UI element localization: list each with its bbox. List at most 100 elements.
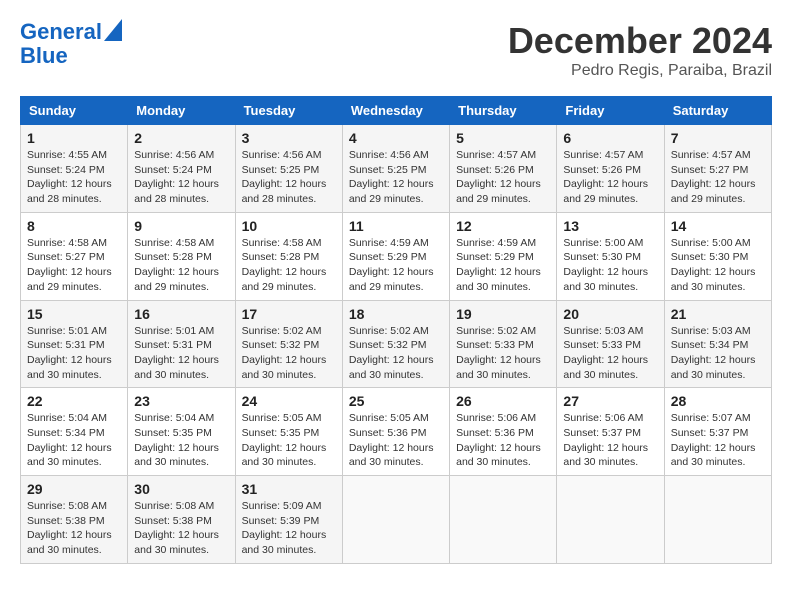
day-number: 11 (349, 218, 443, 234)
header-monday: Monday (128, 97, 235, 125)
calendar-week-5: 29Sunrise: 5:08 AMSunset: 5:38 PMDayligh… (21, 476, 772, 564)
calendar-cell: 28Sunrise: 5:07 AMSunset: 5:37 PMDayligh… (664, 388, 771, 476)
header-saturday: Saturday (664, 97, 771, 125)
calendar-header-row: SundayMondayTuesdayWednesdayThursdayFrid… (21, 97, 772, 125)
day-detail: Sunrise: 4:58 AMSunset: 5:28 PMDaylight:… (242, 236, 336, 295)
day-number: 7 (671, 130, 765, 146)
calendar-cell: 25 Sunrise: 5:05 AMSunset: 5:36 PMDayligh… (342, 388, 449, 476)
calendar-cell: 21Sunrise: 5:03 AMSunset: 5:34 PMDayligh… (664, 300, 771, 388)
calendar-cell: 11 Sunrise: 4:59 AMSunset: 5:29 PMDayligh… (342, 212, 449, 300)
calendar-cell: 15 Sunrise: 5:01 AMSunset: 5:31 PMDayligh… (21, 300, 128, 388)
day-detail: Sunrise: 5:01 AMSunset: 5:31 PMDaylight:… (134, 324, 228, 383)
calendar-subtitle: Pedro Regis, Paraiba, Brazil (508, 62, 772, 80)
day-detail: Sunrise: 4:56 AMSunset: 5:24 PMDaylight:… (134, 148, 228, 207)
calendar-cell: 2 Sunrise: 4:56 AMSunset: 5:24 PMDaylight… (128, 125, 235, 213)
day-number: 17 (242, 306, 336, 322)
calendar-cell: 3 Sunrise: 4:56 AMSunset: 5:25 PMDaylight… (235, 125, 342, 213)
day-number: 1 (27, 130, 121, 146)
calendar-cell (450, 476, 557, 564)
day-detail: Sunrise: 5:01 AMSunset: 5:31 PMDaylight:… (27, 324, 121, 383)
header-friday: Friday (557, 97, 664, 125)
calendar-cell: 24 Sunrise: 5:05 AMSunset: 5:35 PMDayligh… (235, 388, 342, 476)
day-number: 26 (456, 393, 550, 409)
day-number: 31 (242, 481, 336, 497)
day-number: 10 (242, 218, 336, 234)
calendar-cell: 30Sunrise: 5:08 AMSunset: 5:38 PMDayligh… (128, 476, 235, 564)
day-number: 2 (134, 130, 228, 146)
day-detail: Sunrise: 4:59 AMSunset: 5:29 PMDaylight:… (349, 236, 443, 295)
day-number: 25 (349, 393, 443, 409)
day-detail: Sunrise: 4:58 AMSunset: 5:28 PMDaylight:… (134, 236, 228, 295)
day-detail: Sunrise: 5:02 AMSunset: 5:32 PMDaylight:… (242, 324, 336, 383)
calendar-week-3: 15 Sunrise: 5:01 AMSunset: 5:31 PMDayligh… (21, 300, 772, 388)
calendar-cell: 19 Sunrise: 5:02 AMSunset: 5:33 PMDayligh… (450, 300, 557, 388)
day-number: 5 (456, 130, 550, 146)
logo-text: General (20, 20, 102, 44)
calendar-cell: 13Sunrise: 5:00 AMSunset: 5:30 PMDayligh… (557, 212, 664, 300)
day-number: 27 (563, 393, 657, 409)
calendar-title: December 2024 (508, 20, 772, 62)
day-number: 6 (563, 130, 657, 146)
day-detail: Sunrise: 5:00 AMSunset: 5:30 PMDaylight:… (563, 236, 657, 295)
day-number: 24 (242, 393, 336, 409)
day-number: 22 (27, 393, 121, 409)
calendar-cell (557, 476, 664, 564)
day-number: 29 (27, 481, 121, 497)
day-detail: Sunrise: 5:06 AMSunset: 5:36 PMDaylight:… (456, 411, 550, 470)
day-detail: Sunrise: 5:00 AMSunset: 5:30 PMDaylight:… (671, 236, 765, 295)
day-detail: Sunrise: 5:02 AMSunset: 5:33 PMDaylight:… (456, 324, 550, 383)
day-number: 12 (456, 218, 550, 234)
day-detail: Sunrise: 5:02 AMSunset: 5:32 PMDaylight:… (349, 324, 443, 383)
calendar-cell: 26 Sunrise: 5:06 AMSunset: 5:36 PMDayligh… (450, 388, 557, 476)
logo: General Blue (20, 20, 122, 68)
calendar-cell: 8Sunrise: 4:58 AMSunset: 5:27 PMDaylight… (21, 212, 128, 300)
day-number: 16 (134, 306, 228, 322)
day-number: 4 (349, 130, 443, 146)
day-detail: Sunrise: 5:05 AMSunset: 5:36 PMDaylight:… (349, 411, 443, 470)
calendar-cell: 27 Sunrise: 5:06 AMSunset: 5:37 PMDayligh… (557, 388, 664, 476)
day-detail: Sunrise: 4:55 AMSunset: 5:24 PMDaylight:… (27, 148, 121, 207)
calendar-cell: 12 Sunrise: 4:59 AMSunset: 5:29 PMDayligh… (450, 212, 557, 300)
calendar-table: SundayMondayTuesdayWednesdayThursdayFrid… (20, 96, 772, 564)
calendar-cell: 14Sunrise: 5:00 AMSunset: 5:30 PMDayligh… (664, 212, 771, 300)
calendar-cell: 10 Sunrise: 4:58 AMSunset: 5:28 PMDayligh… (235, 212, 342, 300)
calendar-cell: 17 Sunrise: 5:02 AMSunset: 5:32 PMDayligh… (235, 300, 342, 388)
day-number: 30 (134, 481, 228, 497)
calendar-cell: 7 Sunrise: 4:57 AMSunset: 5:27 PMDaylight… (664, 125, 771, 213)
calendar-cell: 1 Sunrise: 4:55 AMSunset: 5:24 PMDaylight… (21, 125, 128, 213)
calendar-cell (342, 476, 449, 564)
calendar-week-2: 8Sunrise: 4:58 AMSunset: 5:27 PMDaylight… (21, 212, 772, 300)
day-detail: Sunrise: 4:56 AMSunset: 5:25 PMDaylight:… (242, 148, 336, 207)
day-number: 19 (456, 306, 550, 322)
calendar-cell: 4 Sunrise: 4:56 AMSunset: 5:25 PMDaylight… (342, 125, 449, 213)
day-detail: Sunrise: 4:59 AMSunset: 5:29 PMDaylight:… (456, 236, 550, 295)
day-detail: Sunrise: 5:09 AMSunset: 5:39 PMDaylight:… (242, 499, 336, 558)
day-detail: Sunrise: 4:56 AMSunset: 5:25 PMDaylight:… (349, 148, 443, 207)
calendar-cell: 5 Sunrise: 4:57 AMSunset: 5:26 PMDaylight… (450, 125, 557, 213)
day-number: 3 (242, 130, 336, 146)
day-number: 23 (134, 393, 228, 409)
calendar-cell: 22Sunrise: 5:04 AMSunset: 5:34 PMDayligh… (21, 388, 128, 476)
day-detail: Sunrise: 4:57 AMSunset: 5:26 PMDaylight:… (456, 148, 550, 207)
calendar-cell: 23Sunrise: 5:04 AMSunset: 5:35 PMDayligh… (128, 388, 235, 476)
header-sunday: Sunday (21, 97, 128, 125)
logo-triangle-icon (104, 19, 122, 41)
calendar-cell: 18 Sunrise: 5:02 AMSunset: 5:32 PMDayligh… (342, 300, 449, 388)
day-detail: Sunrise: 4:57 AMSunset: 5:26 PMDaylight:… (563, 148, 657, 207)
day-number: 20 (563, 306, 657, 322)
calendar-cell: 9 Sunrise: 4:58 AMSunset: 5:28 PMDaylight… (128, 212, 235, 300)
calendar-cell: 29Sunrise: 5:08 AMSunset: 5:38 PMDayligh… (21, 476, 128, 564)
day-number: 28 (671, 393, 765, 409)
title-section: December 2024 Pedro Regis, Paraiba, Braz… (508, 20, 772, 80)
header-thursday: Thursday (450, 97, 557, 125)
day-number: 15 (27, 306, 121, 322)
day-number: 18 (349, 306, 443, 322)
day-number: 8 (27, 218, 121, 234)
calendar-cell (664, 476, 771, 564)
day-detail: Sunrise: 4:57 AMSunset: 5:27 PMDaylight:… (671, 148, 765, 207)
calendar-cell: 20Sunrise: 5:03 AMSunset: 5:33 PMDayligh… (557, 300, 664, 388)
day-detail: Sunrise: 5:05 AMSunset: 5:35 PMDaylight:… (242, 411, 336, 470)
day-detail: Sunrise: 5:06 AMSunset: 5:37 PMDaylight:… (563, 411, 657, 470)
day-number: 9 (134, 218, 228, 234)
calendar-cell: 31 Sunrise: 5:09 AMSunset: 5:39 PMDayligh… (235, 476, 342, 564)
